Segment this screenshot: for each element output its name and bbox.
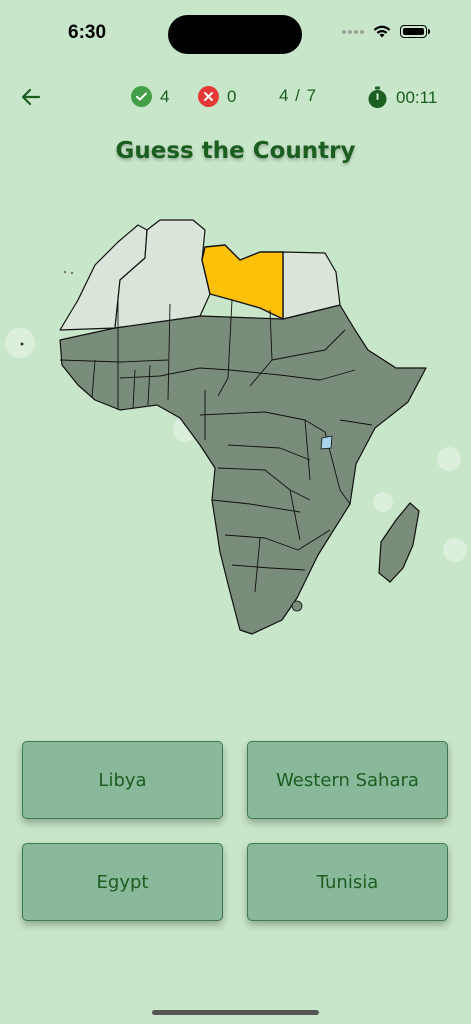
x-circle-icon bbox=[198, 86, 219, 107]
battery-icon bbox=[400, 25, 430, 38]
stopwatch-icon bbox=[368, 86, 387, 108]
libya-highlighted bbox=[201, 244, 284, 320]
cellular-signal-icon bbox=[342, 29, 364, 34]
game-topbar: 4 0 4 / 7 00:11 bbox=[0, 78, 471, 116]
status-time: 6:30 bbox=[68, 22, 107, 43]
cape-verde-dot bbox=[20, 342, 24, 346]
answer-button-tunisia[interactable]: Tunisia bbox=[247, 843, 448, 921]
home-indicator[interactable] bbox=[152, 1010, 319, 1015]
answer-button-libya[interactable]: Libya bbox=[22, 741, 223, 819]
elapsed-time: 00:11 bbox=[396, 87, 438, 107]
cape-verde-island-marker bbox=[5, 328, 35, 358]
correct-count-stat: 4 bbox=[131, 86, 169, 107]
comoros-island-marker bbox=[373, 492, 393, 512]
lake-victoria bbox=[320, 435, 333, 450]
lesotho bbox=[291, 600, 303, 612]
timer-stat: 00:11 bbox=[367, 86, 437, 109]
question-progress: 4 / 7 bbox=[279, 86, 318, 105]
answer-button-western-sahara[interactable]: Western Sahara bbox=[247, 741, 448, 819]
canary-dot bbox=[63, 270, 67, 274]
wrong-count: 0 bbox=[227, 86, 237, 106]
status-icons bbox=[342, 24, 430, 39]
seychelles-island-marker bbox=[437, 447, 461, 471]
correct-count: 4 bbox=[160, 86, 170, 106]
back-button[interactable] bbox=[16, 82, 46, 112]
africa-map bbox=[5, 219, 467, 635]
check-circle-icon bbox=[131, 86, 152, 107]
answer-button-egypt[interactable]: Egypt bbox=[22, 843, 223, 921]
canary-dot-2 bbox=[70, 271, 74, 275]
page-title: Guess the Country bbox=[115, 138, 356, 164]
arrow-left-icon bbox=[21, 88, 41, 106]
wifi-icon bbox=[373, 25, 391, 38]
mauritius-island-marker bbox=[443, 538, 467, 562]
wrong-count-stat: 0 bbox=[198, 86, 236, 107]
madagascar bbox=[378, 502, 420, 583]
status-bar: 6:30 bbox=[0, 0, 471, 70]
dynamic-island bbox=[168, 15, 302, 54]
